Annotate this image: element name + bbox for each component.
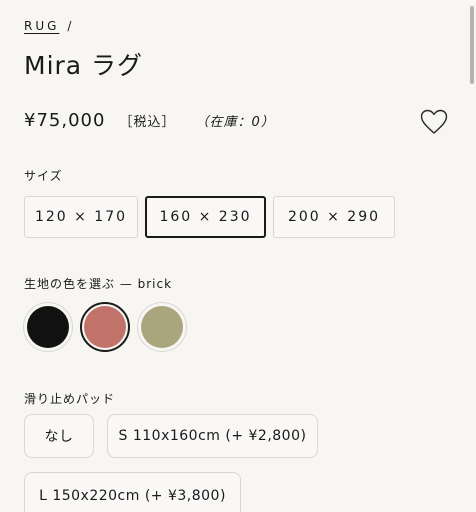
color-label: 生地の色を選ぶ — brick [24, 277, 173, 291]
breadcrumb-separator: / [67, 19, 72, 33]
color-swatch-black[interactable] [23, 302, 73, 352]
pad-option-s[interactable]: S 110x160cm (+ ¥2,800) [107, 414, 318, 458]
size-label: サイズ [24, 169, 63, 183]
size-option-200x290[interactable]: 200 × 290 [273, 196, 395, 238]
pad-option-l[interactable]: L 150x220cm (+ ¥3,800) [24, 472, 241, 512]
product-price: ¥75,000 [24, 110, 106, 131]
heart-outline-icon [420, 109, 448, 134]
pad-option-none[interactable]: なし [24, 414, 94, 458]
color-swatch-olive[interactable] [137, 302, 187, 352]
size-option-120x170[interactable]: 120 × 170 [24, 196, 138, 238]
swatch-fill-black [27, 306, 69, 348]
breadcrumb-category-link[interactable]: RUG [24, 19, 59, 33]
favorite-button[interactable] [420, 109, 448, 135]
swatch-fill-brick [84, 306, 126, 348]
tax-label: ［税込］ [119, 115, 176, 130]
price-row: ¥75,000 ［税込］ （在庫：0） [24, 110, 275, 131]
product-title: Mira ラグ [24, 51, 144, 80]
color-swatch-brick[interactable] [80, 302, 130, 352]
scrollbar-thumb[interactable] [470, 6, 474, 84]
swatch-fill-olive [141, 306, 183, 348]
pad-label: 滑り止めパッド [24, 392, 116, 406]
breadcrumb: RUG / [24, 19, 71, 33]
stock-label: （在庫：0） [195, 115, 275, 130]
size-option-160x230[interactable]: 160 × 230 [145, 196, 266, 238]
